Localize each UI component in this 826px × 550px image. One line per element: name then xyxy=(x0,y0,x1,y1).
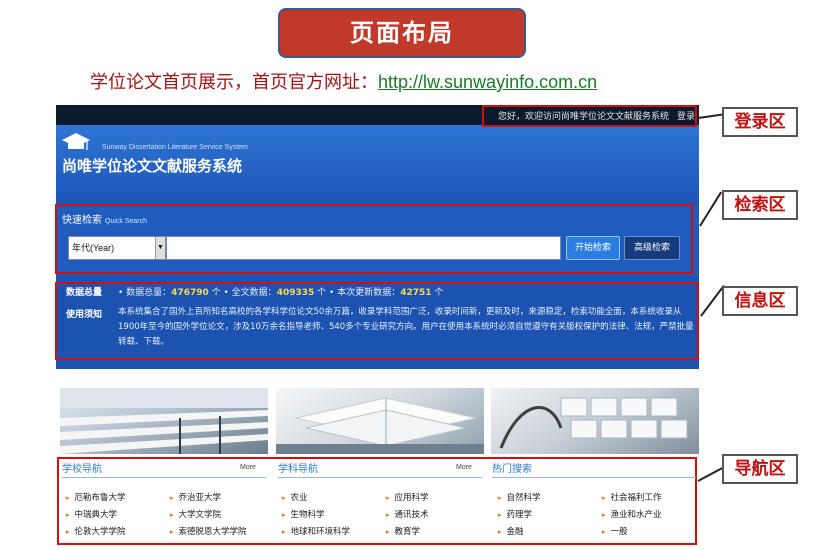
school-nav-more[interactable]: More xyxy=(240,464,256,471)
hot-search-item[interactable]: 金融 xyxy=(498,525,524,537)
nav-callout: 导航区 xyxy=(722,454,798,484)
login-leader xyxy=(697,113,723,119)
subject-nav-divider xyxy=(278,477,482,478)
keyboard-photo xyxy=(491,388,699,454)
school-item[interactable]: 伦敦大学学院 xyxy=(66,525,126,537)
school-item[interactable]: 大学文学院 xyxy=(170,508,222,520)
info-highlight xyxy=(55,282,699,360)
info-leader xyxy=(700,285,725,317)
slide-subtitle: 学位论文首页展示，首页官方网址：http://lw.sunwayinfo.com… xyxy=(90,68,597,94)
hot-search-title[interactable]: 热门搜索 xyxy=(492,460,532,476)
nav-leader xyxy=(697,466,725,482)
homepage-link[interactable]: http://lw.sunwayinfo.com.cn xyxy=(378,72,597,92)
school-item[interactable]: 中瑞典大学 xyxy=(66,508,118,520)
hot-search-item[interactable]: 社会福利工作 xyxy=(602,491,662,503)
school-item[interactable]: 索德脱恩大学学院 xyxy=(170,525,247,537)
login-highlight xyxy=(482,105,697,127)
hot-search-item[interactable]: 自然科学 xyxy=(498,491,541,503)
subject-item[interactable]: 应用科学 xyxy=(386,491,429,503)
hot-search-item[interactable]: 渔业和水产业 xyxy=(602,508,662,520)
logo-english: Sunway Dissertation Literature Service S… xyxy=(102,144,248,151)
subject-item[interactable]: 教育学 xyxy=(386,525,421,537)
subject-item[interactable]: 地球和环境科学 xyxy=(282,525,351,537)
site-header: Sunway Dissertation Literature Service S… xyxy=(56,125,699,205)
logo-chinese: 尚唯学位论文文献服务系统 xyxy=(62,157,243,175)
hot-search-item[interactable]: 一般 xyxy=(602,525,628,537)
subject-nav-title[interactable]: 学科导航 xyxy=(278,460,318,476)
school-item[interactable]: 厄勒布鲁大学 xyxy=(66,491,126,503)
info-callout: 信息区 xyxy=(722,286,798,316)
login-callout: 登录区 xyxy=(722,107,798,137)
subtitle-text: 学位论文首页展示，首页官方网址： xyxy=(90,72,378,93)
classroom-photo xyxy=(60,388,268,454)
school-nav-title[interactable]: 学校导航 xyxy=(62,460,102,476)
graduation-cap-icon xyxy=(62,133,90,150)
search-highlight xyxy=(55,204,693,274)
slide-title: 页面布局 xyxy=(278,8,526,58)
hot-search-divider xyxy=(492,477,696,478)
school-nav-divider xyxy=(62,477,266,478)
subject-item[interactable]: 生物科学 xyxy=(282,508,325,520)
books-photo xyxy=(276,388,484,454)
subject-nav-more[interactable]: More xyxy=(456,464,472,471)
hot-search-item[interactable]: 药理学 xyxy=(498,508,533,520)
school-item[interactable]: 乔治亚大学 xyxy=(170,491,222,503)
nav-highlight xyxy=(57,457,697,545)
subject-item[interactable]: 通讯技术 xyxy=(386,508,429,520)
search-callout: 检索区 xyxy=(722,190,798,220)
search-leader xyxy=(699,191,723,227)
subject-item[interactable]: 农业 xyxy=(282,491,308,503)
